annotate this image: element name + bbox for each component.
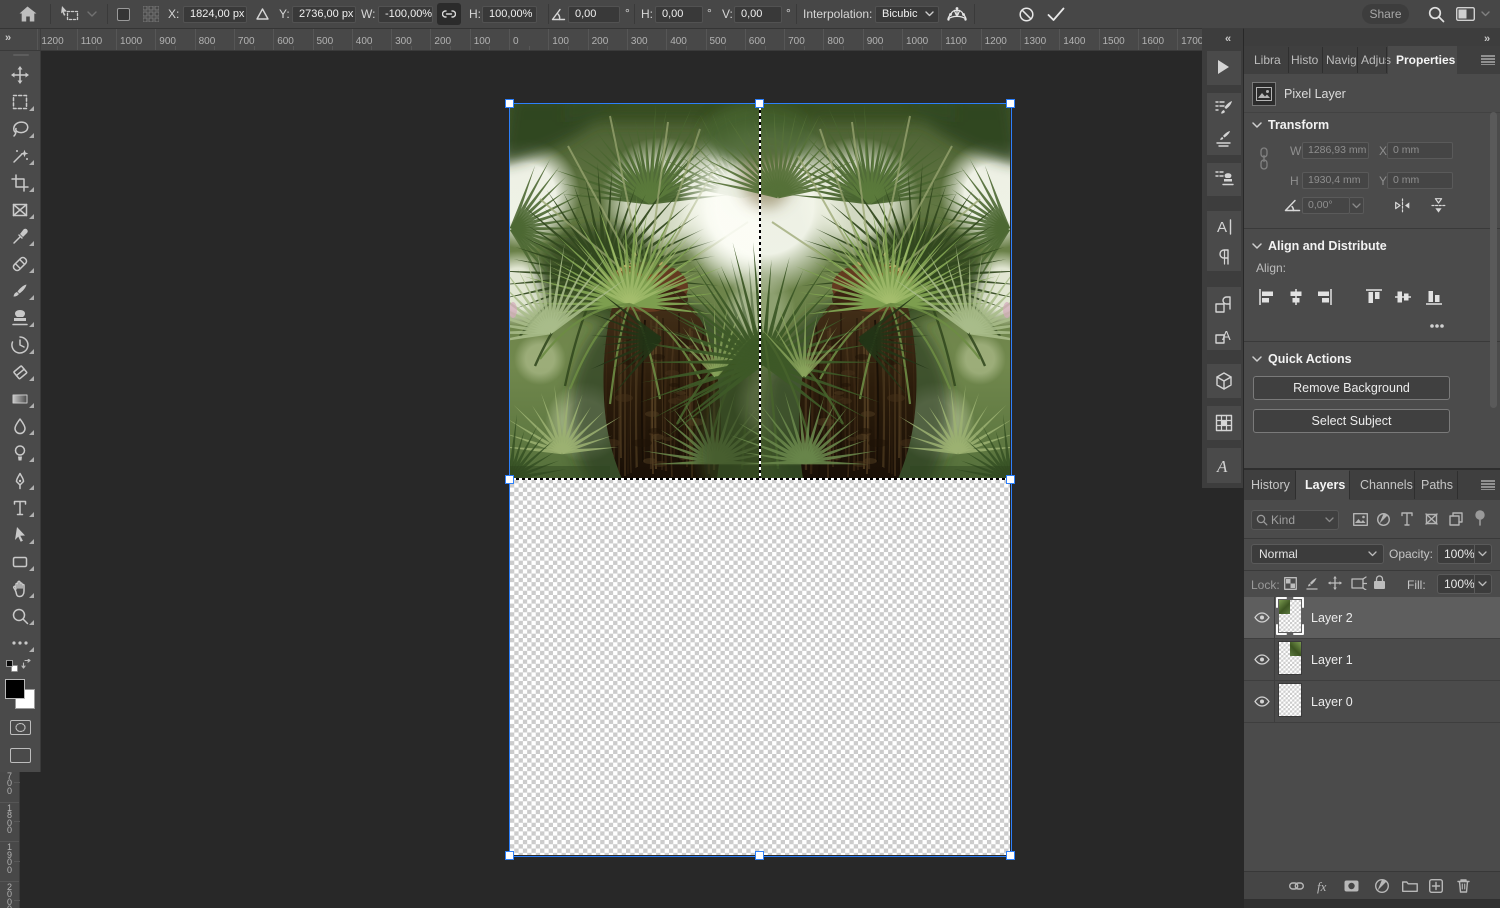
svg-text:A: A (1222, 328, 1231, 343)
svg-text:A: A (1216, 457, 1228, 476)
svg-text:A: A (1217, 219, 1227, 236)
